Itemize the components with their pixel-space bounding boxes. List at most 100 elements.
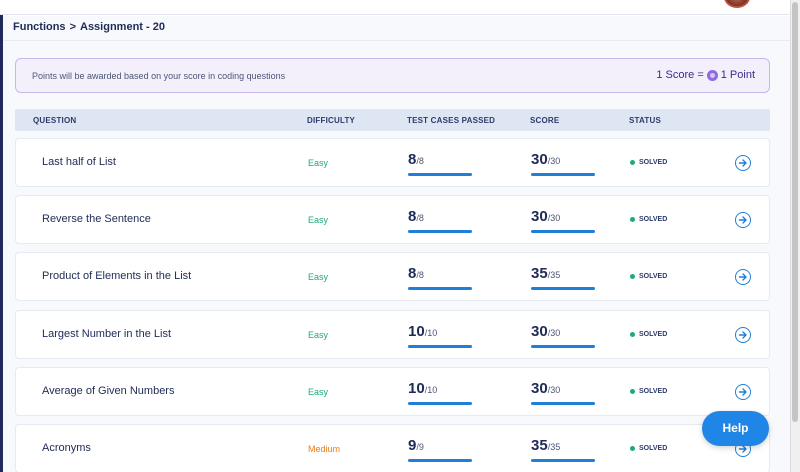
tests-progress-bar <box>408 287 472 290</box>
help-button[interactable]: Help <box>702 411 769 446</box>
score-value: 30 <box>531 380 548 397</box>
status-badge: SOLVED <box>630 331 667 338</box>
test-cases-passed: 10/10 <box>408 323 472 348</box>
score-total-value: /35 <box>547 270 561 280</box>
status-dot-icon <box>630 217 635 222</box>
header-test-cases: TEST CASES PASSED <box>407 116 496 125</box>
status-label: SOLVED <box>639 331 668 338</box>
table-row[interactable]: Largest Number in the List Easy 10/10 30… <box>15 310 770 359</box>
score-progress-bar <box>531 459 595 462</box>
score-rule-right: 1 Point <box>720 69 755 81</box>
score-progress-bar <box>531 173 595 176</box>
tests-total-value: /8 <box>416 270 424 280</box>
question-name[interactable]: Largest Number in the List <box>42 328 171 340</box>
arrow-right-circle-icon[interactable] <box>735 269 751 285</box>
question-name[interactable]: Reverse the Sentence <box>42 213 151 225</box>
difficulty-label: Easy <box>308 158 329 168</box>
tests-progress-bar <box>408 173 472 176</box>
score-value: 35 <box>531 437 548 454</box>
test-cases-passed: 9/9 <box>408 437 472 462</box>
question-name[interactable]: Last half of List <box>42 156 116 168</box>
score-progress-bar <box>531 287 595 290</box>
tests-progress-bar <box>408 459 472 462</box>
question-name[interactable]: Acronyms <box>42 442 91 454</box>
table-row[interactable]: Product of Elements in the List Easy 8/8… <box>15 252 770 301</box>
score-total-value: /30 <box>547 385 561 395</box>
status-badge: SOLVED <box>630 216 667 223</box>
table-row[interactable]: Last half of List Easy 8/8 30/30 SOLVED <box>15 138 770 187</box>
arrow-right-circle-icon[interactable] <box>735 212 751 228</box>
status-badge: SOLVED <box>630 388 667 395</box>
status-dot-icon <box>630 274 635 279</box>
arrow-right-circle-icon[interactable] <box>735 327 751 343</box>
coin-icon <box>706 69 718 81</box>
score-total-value: /35 <box>547 442 561 452</box>
score-rule-left: 1 Score = <box>656 69 704 81</box>
tests-progress-bar <box>408 230 472 233</box>
status-label: SOLVED <box>639 159 668 166</box>
scrollbar-thumb[interactable] <box>792 2 798 422</box>
header-question: QUESTION <box>33 116 77 125</box>
score: 35/35 <box>531 437 595 462</box>
test-cases-passed: 8/8 <box>408 151 472 176</box>
test-cases-passed: 8/8 <box>408 265 472 290</box>
tests-total-value: /8 <box>416 213 424 223</box>
table-header: QUESTION DIFFICULTY TEST CASES PASSED SC… <box>15 109 770 131</box>
status-badge: SOLVED <box>630 445 667 452</box>
score-value: 30 <box>531 151 548 168</box>
score-total-value: /30 <box>547 213 561 223</box>
status-dot-icon <box>630 160 635 165</box>
arrow-right-circle-icon[interactable] <box>735 155 751 171</box>
score-progress-bar <box>531 402 595 405</box>
difficulty-label: Easy <box>308 330 329 340</box>
tests-total-value: /10 <box>424 328 438 338</box>
header-difficulty: DIFFICULTY <box>307 116 356 125</box>
status-label: SOLVED <box>639 445 668 452</box>
main-content: Functions > Assignment - 20 Points will … <box>3 16 790 472</box>
breadcrumb: Functions > Assignment - 20 <box>13 21 165 33</box>
page: Functions > Assignment - 20 Points will … <box>0 0 800 472</box>
arrow-right-circle-icon[interactable] <box>735 384 751 400</box>
points-banner: Points will be awarded based on your sco… <box>15 58 770 93</box>
header-divider <box>3 40 790 41</box>
breadcrumb-page: Assignment - 20 <box>80 21 165 33</box>
status-label: SOLVED <box>639 388 668 395</box>
tests-passed-value: 10 <box>408 380 425 397</box>
header-score: SCORE <box>530 116 560 125</box>
tests-progress-bar <box>408 345 472 348</box>
header-status: STATUS <box>629 116 662 125</box>
tests-passed-value: 10 <box>408 323 425 340</box>
table-row[interactable]: Reverse the Sentence Easy 8/8 30/30 SOLV… <box>15 195 770 244</box>
table-row[interactable]: Acronyms Medium 9/9 35/35 SOLVED <box>15 424 770 472</box>
difficulty-label: Medium <box>308 444 341 454</box>
table-row[interactable]: Average of Given Numbers Easy 10/10 30/3… <box>15 367 770 416</box>
score-total-value: /30 <box>547 328 561 338</box>
status-dot-icon <box>630 446 635 451</box>
tests-total-value: /8 <box>416 156 424 166</box>
score-value: 30 <box>531 323 548 340</box>
question-name[interactable]: Average of Given Numbers <box>42 385 174 397</box>
points-info-text: Points will be awarded based on your sco… <box>32 71 286 81</box>
difficulty-label: Easy <box>308 272 329 282</box>
test-cases-passed: 10/10 <box>408 380 472 405</box>
score-total-value: /30 <box>547 156 561 166</box>
score-progress-bar <box>531 345 595 348</box>
question-name[interactable]: Product of Elements in the List <box>42 270 191 282</box>
top-bar <box>0 0 790 15</box>
status-badge: SOLVED <box>630 273 667 280</box>
score: 30/30 <box>531 323 595 348</box>
tests-total-value: /9 <box>416 442 424 452</box>
score: 30/30 <box>531 380 595 405</box>
breadcrumb-section[interactable]: Functions <box>13 21 66 33</box>
score-rule: 1 Score = 1 Point <box>656 69 755 81</box>
status-label: SOLVED <box>639 273 668 280</box>
status-label: SOLVED <box>639 216 668 223</box>
status-badge: SOLVED <box>630 159 667 166</box>
tests-progress-bar <box>408 402 472 405</box>
score-value: 35 <box>531 265 548 282</box>
score: 30/30 <box>531 151 595 176</box>
score: 35/35 <box>531 265 595 290</box>
score-value: 30 <box>531 208 548 225</box>
test-cases-passed: 8/8 <box>408 208 472 233</box>
avatar[interactable] <box>724 0 750 8</box>
